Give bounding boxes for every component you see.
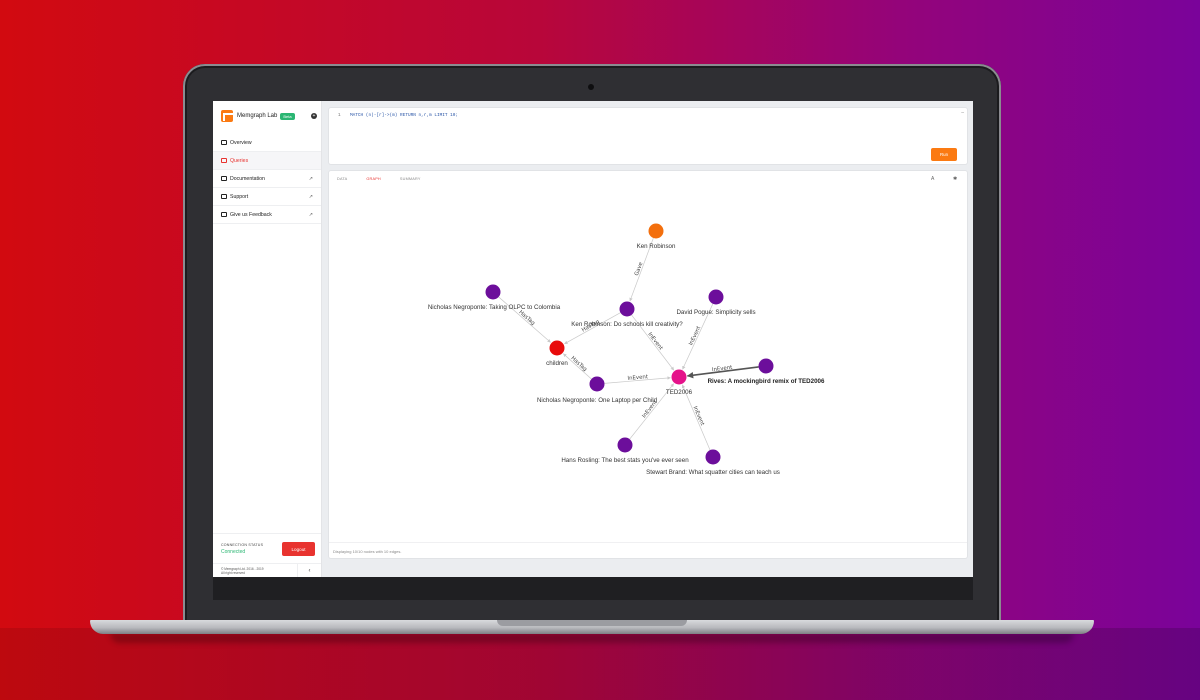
graph-node[interactable]: [758, 358, 774, 374]
tab-summary[interactable]: SUMMARY: [400, 177, 421, 181]
graph-node[interactable]: [485, 284, 501, 300]
graph-node-label: David Pogue: Simplicity sells: [676, 309, 755, 316]
graph-node-label: Ken Robinson: [637, 243, 676, 250]
laptop-notch: [497, 620, 687, 626]
connection-status: Connected: [221, 549, 246, 555]
sidebar-nav: Overview Queries Documentation ↗ Support…: [213, 134, 321, 224]
sidebar: Memgraph Lab Beta + Overview Queries Doc…: [213, 101, 322, 577]
sidebar-item-feedback[interactable]: Give us Feedback ↗: [213, 206, 321, 224]
sidebar-footer: © Memgraph Ltd. 2016 - 2019 All right re…: [213, 563, 321, 577]
graph-edge-label: InEvent: [712, 365, 733, 374]
graph-canvas[interactable]: GaveHasTagHasTagHasTagInEvent InEventInEv…: [329, 171, 967, 541]
laptop-bezel-chin: [213, 576, 973, 600]
connection-status-label: CONNECTION STATUS: [221, 543, 264, 547]
graph-edge-label: HasTag: [569, 355, 587, 372]
sidebar-item-documentation[interactable]: Documentation ↗: [213, 170, 321, 188]
result-tabs: DATA GRAPH SUMMARY: [337, 177, 440, 181]
graph-node[interactable]: [589, 376, 605, 392]
sidebar-item-overview[interactable]: Overview: [213, 134, 321, 152]
app-screen: Memgraph Lab Beta + Overview Queries Doc…: [213, 101, 973, 577]
rights-line: All right reserved: [221, 571, 245, 575]
external-link-icon: ↗: [308, 211, 313, 218]
query-editor[interactable]: 1 MATCH (n)-[r]->(m) RETURN n,r,m LIMIT …: [329, 108, 967, 164]
tab-graph[interactable]: GRAPH: [366, 177, 381, 181]
copyright-text: © Memgraph Ltd. 2016 - 2019 All right re…: [221, 567, 291, 575]
query-text[interactable]: MATCH (n)-[r]->(m) RETURN n,r,m LIMIT 10…: [350, 113, 458, 118]
app-title: Memgraph Lab: [237, 113, 278, 119]
add-connection-icon[interactable]: +: [311, 113, 317, 119]
graph-node[interactable]: [619, 301, 635, 317]
graph-node-label: Stewart Brand: What squatter cities can …: [646, 469, 780, 476]
graph-node[interactable]: [705, 449, 721, 465]
app-header: Memgraph Lab Beta +: [221, 109, 317, 123]
memgraph-logo-icon: [221, 110, 233, 122]
graph-edge-label: Gave: [634, 261, 645, 277]
external-link-icon: ↗: [308, 193, 313, 200]
overview-icon: [221, 140, 227, 145]
beta-badge: Beta: [280, 112, 295, 120]
line-number: 1: [338, 113, 341, 118]
documentation-icon: [221, 176, 227, 181]
sidebar-item-label: Support: [230, 193, 249, 200]
result-status: Displaying 10/10 nodes with 10 edges.: [333, 549, 402, 554]
external-link-icon: ↗: [308, 175, 313, 182]
run-button[interactable]: Run: [931, 148, 957, 161]
graph-node-label: Hans Rosling: The best stats you've ever…: [561, 457, 689, 464]
sidebar-item-label: Overview: [230, 139, 252, 146]
collapse-sidebar-button[interactable]: ‹: [297, 564, 321, 577]
graph-node-label: children: [546, 360, 568, 367]
graph-node-label: Nicholas Negroponte: Taking OLPC to Colo…: [428, 304, 561, 311]
support-icon: [221, 194, 227, 199]
text-style-icon[interactable]: A: [931, 176, 934, 182]
status-divider: [329, 542, 967, 543]
graph-edge-label: HasTag: [517, 310, 535, 327]
editor-menu-icon[interactable]: –: [961, 110, 964, 116]
graph-node[interactable]: [708, 289, 724, 305]
result-panel: Gave HasTag HasTag HasTag InEvent InEvent InEv…: [329, 171, 967, 558]
graph-edge-label: InEvent: [688, 325, 702, 346]
connection-panel: CONNECTION STATUS Connected Logout: [213, 533, 321, 563]
settings-icon[interactable]: ✱: [953, 176, 957, 182]
feedback-icon: [221, 212, 227, 217]
sidebar-item-label: Queries: [230, 157, 249, 164]
graph-node-label: TED2006: [666, 389, 693, 396]
sidebar-item-label: Documentation: [230, 175, 265, 182]
graph-node-label: Nicholas Negroponte: One Laptop per Chil…: [537, 397, 658, 404]
sidebar-item-queries[interactable]: Queries: [213, 152, 321, 170]
tab-data[interactable]: DATA: [337, 177, 347, 181]
graph-nodes: Ken Robinson Ken Robinson: Do schools kil…: [428, 223, 825, 476]
sidebar-item-support[interactable]: Support ↗: [213, 188, 321, 206]
graph-node-label: Ken Robinson: Do schools kill creativity…: [571, 321, 683, 328]
graph-edge-label: InEvent: [646, 332, 663, 352]
laptop-shadow: [110, 633, 1074, 643]
graph-edges: GaveHasTagHasTagHasTagInEvent InEventInEv…: [498, 237, 759, 451]
graph-edge-label: InEvent: [627, 374, 648, 382]
graph-node[interactable]: [648, 223, 664, 239]
graph-edge-label: InEvent: [692, 405, 706, 426]
graph-node-label: Rives: A mockingbird remix of TED2006: [708, 378, 825, 385]
graph-node[interactable]: [671, 369, 687, 385]
sidebar-item-label: Give us Feedback: [230, 211, 272, 218]
graph-node[interactable]: [549, 340, 565, 356]
graph-node[interactable]: [617, 437, 633, 453]
queries-icon: [221, 158, 227, 163]
camera-icon: [588, 84, 594, 90]
logout-button[interactable]: Logout: [282, 542, 315, 556]
